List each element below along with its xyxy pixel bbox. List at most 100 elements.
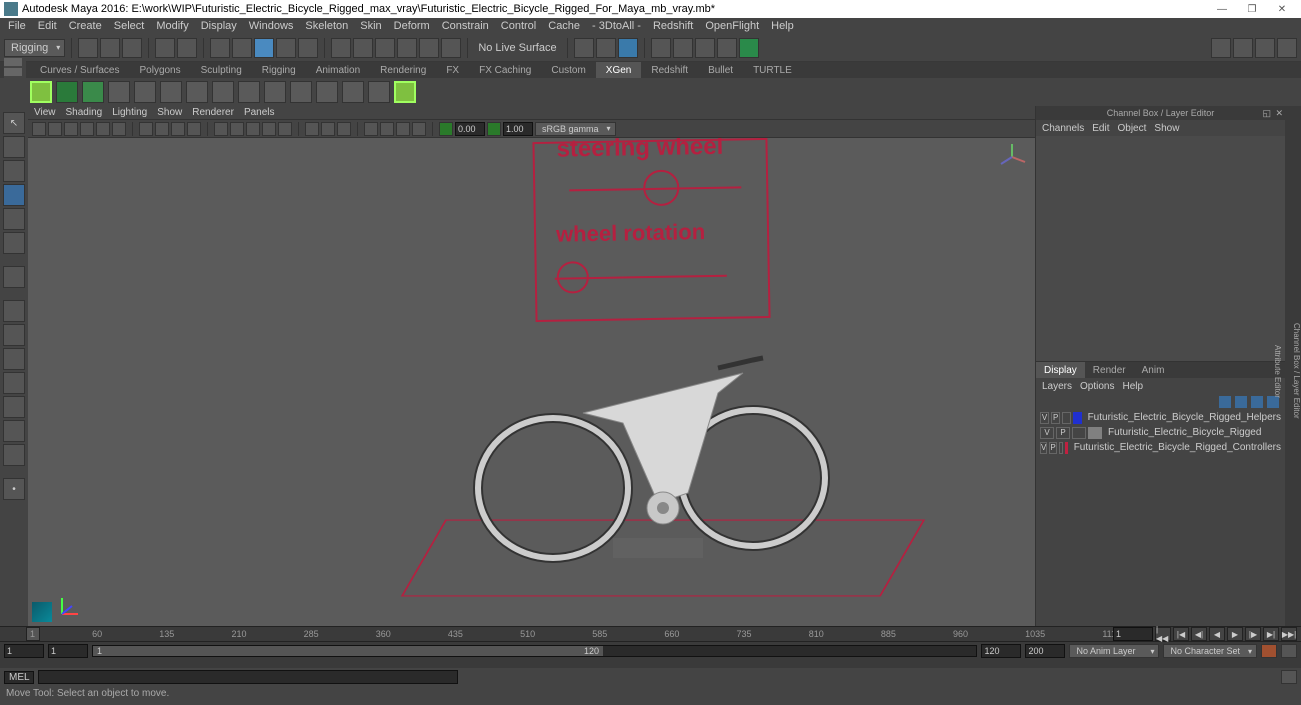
layer-menu-options[interactable]: Options: [1080, 381, 1114, 392]
lock-camera-icon[interactable]: [48, 122, 62, 136]
layer-playback-toggle[interactable]: P: [1056, 427, 1070, 439]
two-stacked-layout[interactable]: [3, 372, 25, 394]
single-persp-layout[interactable]: [3, 300, 25, 322]
lights-icon[interactable]: [262, 122, 276, 136]
channel-box-body[interactable]: [1036, 136, 1285, 361]
bicycle-mesh[interactable]: [463, 318, 843, 568]
shelf-guide5-icon[interactable]: [212, 81, 234, 103]
construction-history-icon[interactable]: [574, 38, 594, 58]
shelf-tab-sculpting[interactable]: Sculpting: [191, 62, 252, 78]
maximize-button[interactable]: ❐: [1237, 4, 1267, 15]
workspace-dropdown[interactable]: Rigging: [4, 39, 65, 57]
shelf-xgen-interactive-icon[interactable]: [394, 81, 416, 103]
shelf-guide11-icon[interactable]: [368, 81, 390, 103]
menu-help[interactable]: Help: [765, 20, 800, 32]
menu-file[interactable]: File: [2, 20, 32, 32]
annot-wheel-slider-handle[interactable]: [557, 261, 590, 294]
menu-cache[interactable]: Cache: [542, 20, 586, 32]
layer-color-swatch[interactable]: [1073, 412, 1081, 424]
custom-layout[interactable]: •: [3, 478, 25, 500]
shelf-guide3-icon[interactable]: [160, 81, 182, 103]
2d-pan-icon[interactable]: [96, 122, 110, 136]
panel-menu-show[interactable]: Show: [157, 107, 182, 118]
lasso-tool[interactable]: [3, 136, 25, 158]
menu-modify[interactable]: Modify: [150, 20, 194, 32]
save-scene-icon[interactable]: [122, 38, 142, 58]
cb-menu-channels[interactable]: Channels: [1042, 123, 1084, 134]
exposure-icon[interactable]: [439, 122, 453, 136]
panel-menu-shading[interactable]: Shading: [66, 107, 103, 118]
menu-display[interactable]: Display: [195, 20, 243, 32]
cb-menu-edit[interactable]: Edit: [1092, 123, 1109, 134]
panel-layout2-icon[interactable]: [1233, 38, 1253, 58]
step-fwd-icon[interactable]: |▶: [1245, 627, 1261, 641]
layer-new-empty-icon[interactable]: [1251, 396, 1263, 408]
menu-skeleton[interactable]: Skeleton: [299, 20, 354, 32]
scale-tool[interactable]: [3, 232, 25, 254]
anim-end-input[interactable]: [1025, 644, 1065, 658]
colorspace-dropdown[interactable]: sRGB gamma: [535, 122, 616, 136]
outliner-layout[interactable]: [3, 396, 25, 418]
shelf-guide4-icon[interactable]: [186, 81, 208, 103]
minimize-button[interactable]: —: [1207, 4, 1237, 15]
sel-by-hierarchy-icon[interactable]: [276, 38, 296, 58]
shelf-tab-animation[interactable]: Animation: [306, 62, 370, 78]
grid-icon[interactable]: [139, 122, 153, 136]
close-button[interactable]: ✕: [1267, 4, 1297, 15]
character-set-dropdown[interactable]: No Character Set: [1163, 644, 1257, 658]
cb-menu-show[interactable]: Show: [1154, 123, 1179, 134]
go-start-icon[interactable]: |◀◀: [1155, 627, 1171, 641]
shelf-xgen-create-icon[interactable]: [56, 81, 78, 103]
last-tool[interactable]: [3, 266, 25, 288]
shelf-tab-fx[interactable]: FX: [436, 62, 469, 78]
select-camera-icon[interactable]: [32, 122, 46, 136]
image-plane-icon[interactable]: [80, 122, 94, 136]
range-end-input[interactable]: [981, 644, 1021, 658]
anim-layer-dropdown[interactable]: No Anim Layer: [1069, 644, 1159, 658]
play-back-icon[interactable]: ◀: [1209, 627, 1225, 641]
layer-move-up-icon[interactable]: [1219, 396, 1231, 408]
panel-layout3-icon[interactable]: [1255, 38, 1275, 58]
shelf-guide7-icon[interactable]: [264, 81, 286, 103]
wireframe-icon[interactable]: [214, 122, 228, 136]
panel-menu-view[interactable]: View: [34, 107, 56, 118]
lasso-icon[interactable]: [232, 38, 252, 58]
layer-row[interactable]: V P Futuristic_Electric_Bicycle_Rigged_H…: [1036, 410, 1285, 425]
shelf-xgen-desc-icon[interactable]: [82, 81, 104, 103]
layer-visible-toggle[interactable]: V: [1040, 412, 1049, 424]
shaded-icon[interactable]: [230, 122, 244, 136]
rotate-tool[interactable]: [3, 208, 25, 230]
ipr-icon[interactable]: [673, 38, 693, 58]
shelf-tab-bullet[interactable]: Bullet: [698, 62, 743, 78]
shelf-xgen-open-icon[interactable]: [30, 81, 52, 103]
grease-icon[interactable]: [112, 122, 126, 136]
shelf-tab-polygons[interactable]: Polygons: [129, 62, 190, 78]
shelf-tab-rigging[interactable]: Rigging: [252, 62, 306, 78]
snap-point-icon[interactable]: [375, 38, 395, 58]
layer-name[interactable]: Futuristic_Electric_Bicycle_Rigged_Contr…: [1070, 442, 1281, 453]
menu-3dtoall[interactable]: - 3DtoAll -: [586, 20, 647, 32]
menu-create[interactable]: Create: [63, 20, 108, 32]
shelf-tab-custom[interactable]: Custom: [541, 62, 595, 78]
xray-icon[interactable]: [321, 122, 335, 136]
shelf-tab-fxcaching[interactable]: FX Caching: [469, 62, 541, 78]
xray-joints-icon[interactable]: [337, 122, 351, 136]
snap-grid-icon[interactable]: [331, 38, 351, 58]
cb-menu-object[interactable]: Object: [1118, 123, 1147, 134]
motion-blur-icon[interactable]: [380, 122, 394, 136]
menu-deform[interactable]: Deform: [388, 20, 436, 32]
textured-icon[interactable]: [246, 122, 260, 136]
sidebar-tab-channelbox[interactable]: Channel Box / Layer Editor: [1292, 323, 1301, 419]
panel-layout4-icon[interactable]: [1277, 38, 1297, 58]
shelf-guide10-icon[interactable]: [342, 81, 364, 103]
film-gate-icon[interactable]: [155, 122, 169, 136]
shelf-tab-rendering[interactable]: Rendering: [370, 62, 436, 78]
open-scene-icon[interactable]: [100, 38, 120, 58]
viewport[interactable]: steering wheel wheel rotation persp: [28, 138, 1035, 626]
render-settings-icon[interactable]: [695, 38, 715, 58]
layer-row[interactable]: V P Futuristic_Electric_Bicycle_Rigged: [1036, 425, 1285, 440]
layer-row[interactable]: V P Futuristic_Electric_Bicycle_Rigged_C…: [1036, 440, 1285, 455]
play-forward-icon[interactable]: ▶: [1227, 627, 1243, 641]
menu-control[interactable]: Control: [495, 20, 542, 32]
range-start-input[interactable]: [48, 644, 88, 658]
